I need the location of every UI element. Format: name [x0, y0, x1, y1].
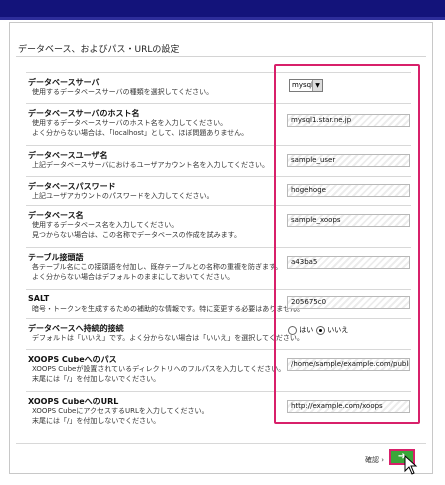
row-label: SALT [28, 294, 50, 303]
desc-line: XOOPS CubeにアクセスするURLを入力してください。 [32, 407, 209, 415]
row-desc: 暗号・トークンを生成するための補助的な情報です。特に変更する必要はありません。 [32, 304, 304, 314]
desc-line: 見つからない場合は、この名称でデータベースの作成を試みます。 [32, 231, 241, 239]
desc-line: デフォルトは「いいえ」です。よく分からない場合は「いいえ」を選択してください。 [32, 334, 304, 342]
row-desc: 使用するデータベース名を入力してください。 見つからない場合は、この名称でデータ… [32, 220, 241, 240]
row-desc: 使用するデータベースサーバのホスト名を入力してください。 よく分からない場合は、… [32, 118, 248, 138]
desc-line: 使用するデータベース名を入力してください。 [32, 221, 179, 229]
row-desc: XOOPS Cubeが設置されているディレクトリへのフルパスを入力してください。… [32, 364, 285, 384]
row-desc: 各テーブル名にこの接頭語を付加し、既存テーブルとの名称の重複を防ぎます。 よく分… [32, 262, 282, 282]
confirm-label: 確認 › [365, 456, 385, 464]
title-divider [16, 56, 426, 57]
input-highlight-box [274, 64, 420, 424]
desc-line: 上記データベースサーバにおけるユーザアカウント名を入力してください。 [32, 161, 270, 169]
mouse-cursor-icon [404, 455, 418, 475]
row-desc: 使用するデータベースサーバの種類を選択してください。 [32, 87, 213, 97]
header-bar [0, 0, 445, 17]
desc-line: 使用するデータベースサーバのホスト名を入力してください。 [32, 119, 228, 127]
desc-line: よく分からない場合は、「localhost」として、ほぼ問題ありません。 [32, 129, 249, 137]
row-desc: デフォルトは「いいえ」です。よく分からない場合は「いいえ」を選択してください。 [32, 333, 304, 343]
page-title: データベース、およびパス・URLの設定 [18, 45, 180, 55]
desc-line: XOOPS Cubeが設置されているディレクトリへのフルパスを入力してください。 [32, 365, 286, 373]
desc-line: 上記ユーザアカウントのパスワードを入力してください。 [32, 192, 214, 200]
desc-line: 末尾には「/」を付加しないでください。 [32, 417, 161, 425]
desc-line: 暗号・トークンを生成するための補助的な情報です。特に変更する必要はありません。 [32, 305, 305, 313]
header-stripe [0, 17, 445, 20]
footer-divider [16, 443, 426, 444]
desc-line: 末尾には「/」を付加しないでください。 [32, 375, 161, 383]
row-desc: 上記データベースサーバにおけるユーザアカウント名を入力してください。 [32, 160, 269, 170]
desc-line: 使用するデータベースサーバの種類を選択してください。 [32, 88, 214, 96]
desc-line: 各テーブル名にこの接頭語を付加し、既存テーブルとの名称の重複を防ぎます。 [32, 263, 283, 271]
row-desc: XOOPS CubeにアクセスするURLを入力してください。 末尾には「/」を付… [32, 406, 208, 426]
row-desc: 上記ユーザアカウントのパスワードを入力してください。 [32, 191, 213, 201]
desc-line: よく分からない場合はデフォルトのままにしておいてください。 [32, 273, 235, 281]
